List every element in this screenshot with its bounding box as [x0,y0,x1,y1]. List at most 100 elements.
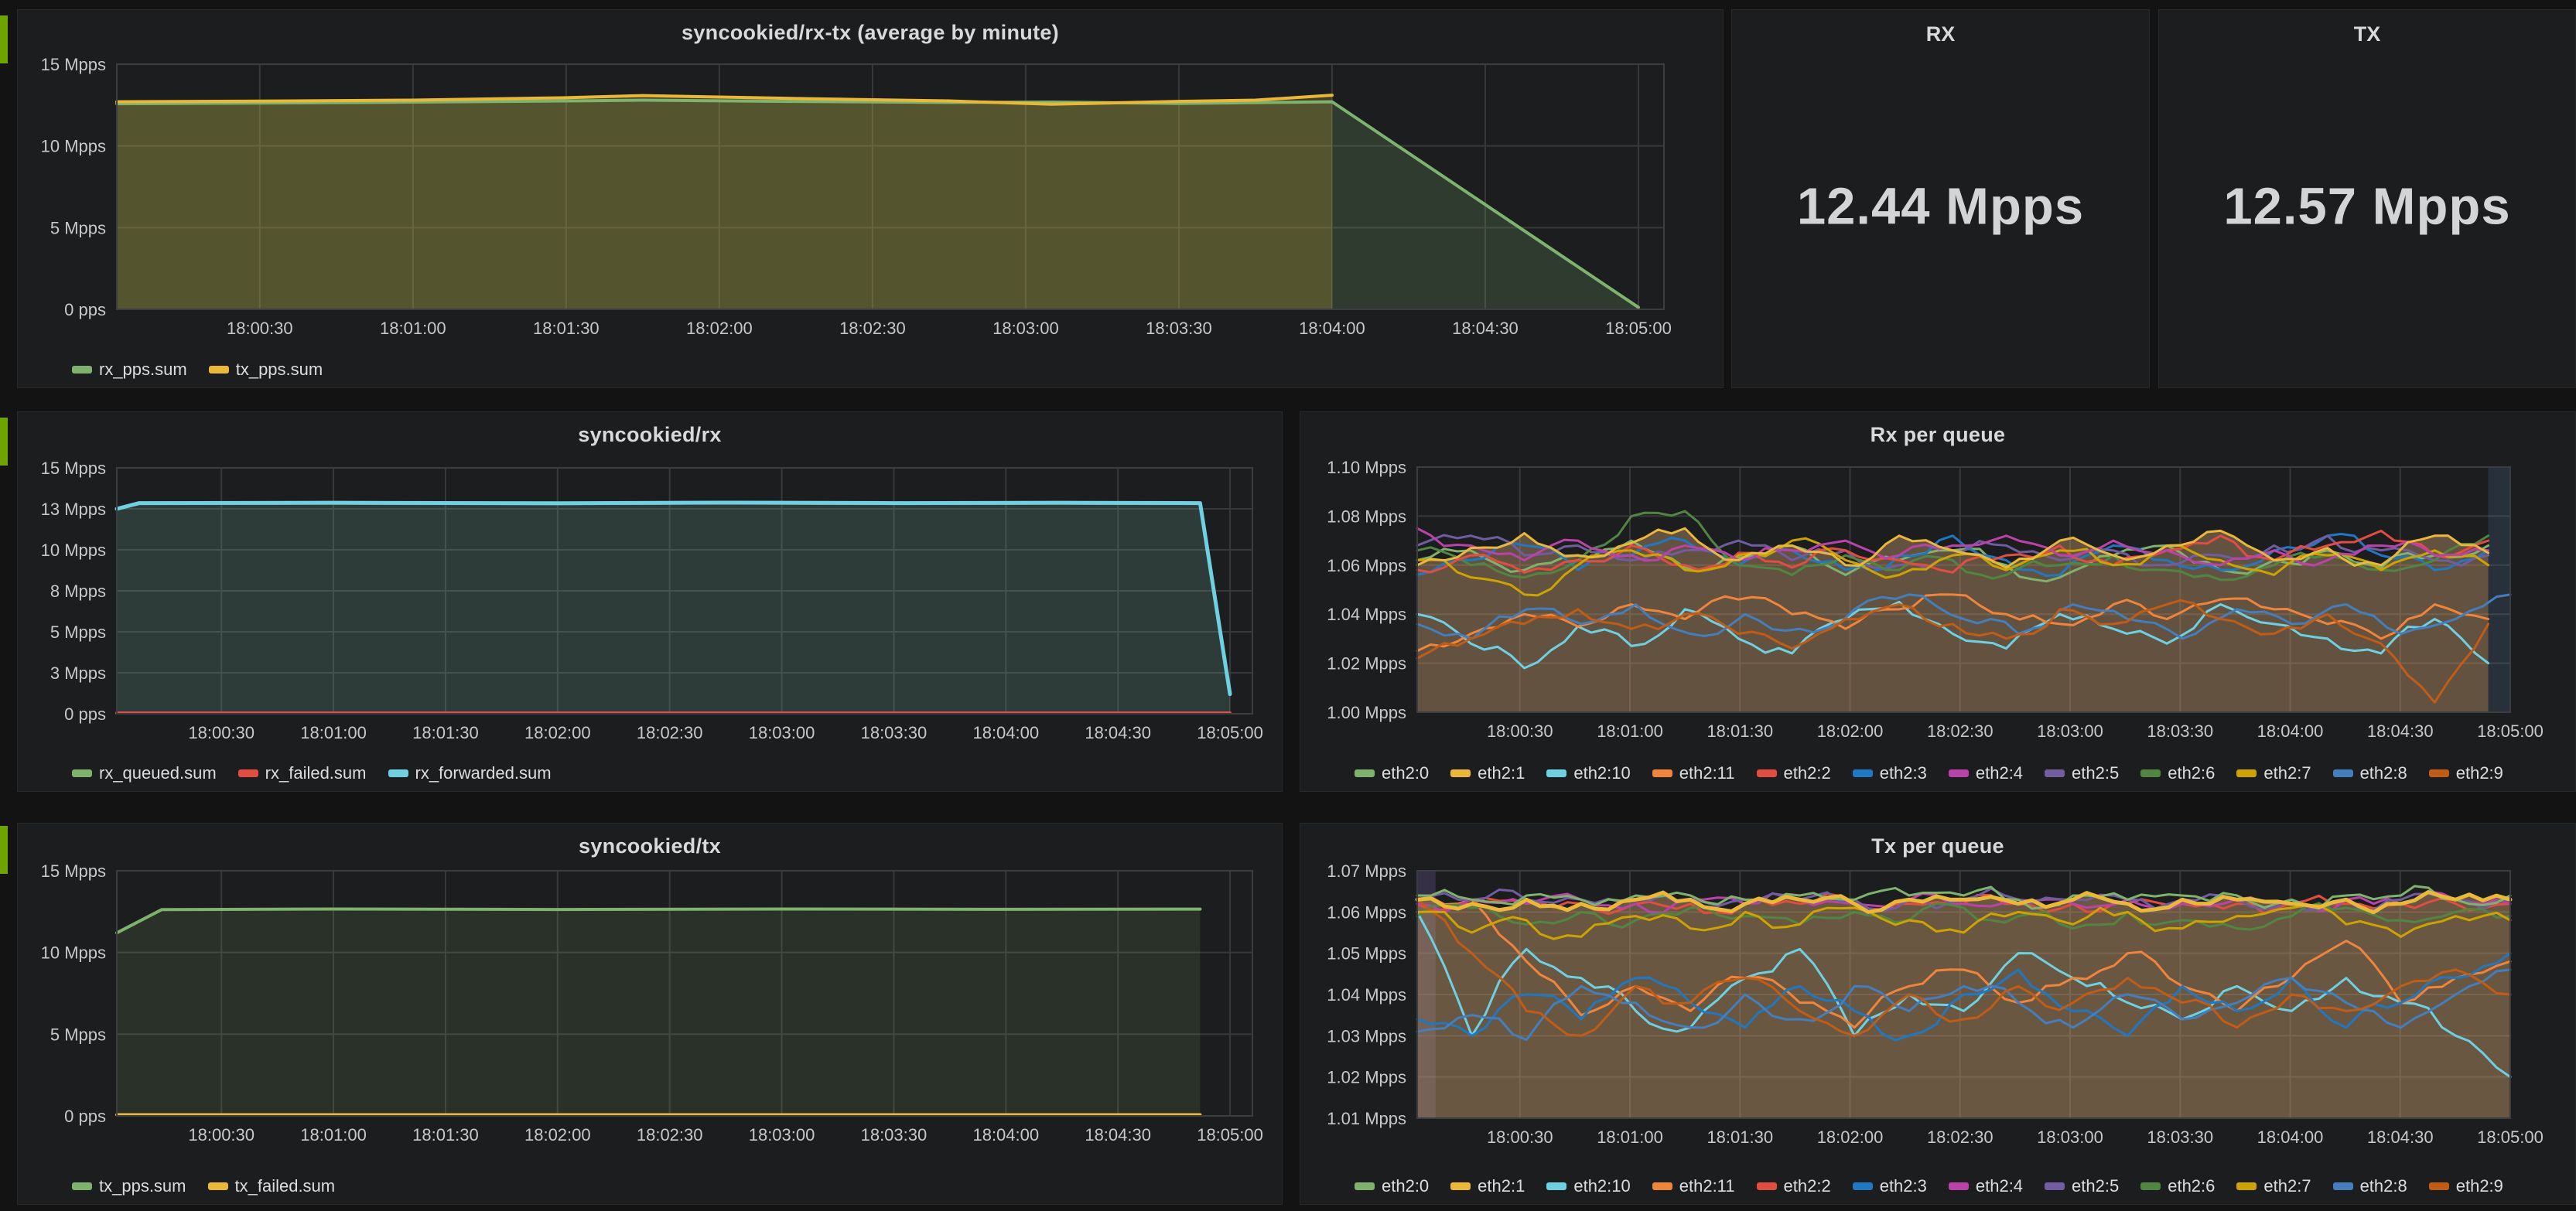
svg-text:18:02:30: 18:02:30 [637,723,703,742]
stat-rx-title[interactable]: RX [1732,22,2149,46]
chart-canvas-rx_tx[interactable]: 0 pps5 Mpps10 Mpps15 Mpps18:00:3018:01:0… [18,10,1723,387]
legend-label: tx_failed.sum [235,1176,336,1196]
svg-text:18:01:00: 18:01:00 [1597,721,1663,741]
panel-tx-graph: syncookied/tx 0 pps5 Mpps10 Mpps15 Mpps1… [17,823,1283,1205]
legend-item-eth2:5[interactable]: eth2:5 [2045,1176,2119,1196]
legend-item-eth2:1[interactable]: eth2:1 [1450,763,1525,783]
legend-item-eth2:0[interactable]: eth2:0 [1355,763,1429,783]
svg-text:18:03:00: 18:03:00 [2037,721,2103,741]
stat-tx-title[interactable]: TX [2159,22,2575,46]
svg-text:1.06 Mpps: 1.06 Mpps [1327,902,1406,922]
svg-text:18:01:00: 18:01:00 [1597,1127,1663,1147]
legend-item-tx_pps.sum[interactable]: tx_pps.sum [72,1176,186,1196]
legend-label: eth2:2 [1784,763,1831,783]
svg-text:18:03:30: 18:03:30 [861,1125,928,1144]
svg-text:18:03:00: 18:03:00 [749,723,815,742]
svg-text:10 Mpps: 10 Mpps [41,541,106,560]
svg-text:18:02:30: 18:02:30 [839,319,906,338]
legend-item-rx_pps.sum[interactable]: rx_pps.sum [72,360,187,380]
svg-text:18:00:30: 18:00:30 [1487,721,1553,741]
svg-text:18:04:30: 18:04:30 [1085,723,1151,742]
svg-text:0 pps: 0 pps [64,704,106,724]
chart-canvas-rx_queue[interactable]: 1.00 Mpps1.02 Mpps1.04 Mpps1.06 Mpps1.08… [1300,412,2575,791]
legend-item-rx_queued.sum[interactable]: rx_queued.sum [72,763,217,783]
legend-item-eth2:4[interactable]: eth2:4 [1949,1176,2023,1196]
legend-item-eth2:11[interactable]: eth2:11 [1652,1176,1735,1196]
legend-label: eth2:0 [1382,763,1429,783]
legend-label: rx_queued.sum [99,763,217,783]
svg-text:13 Mpps: 13 Mpps [41,500,106,519]
legend-item-eth2:10[interactable]: eth2:10 [1546,763,1630,783]
svg-text:18:01:30: 18:01:30 [533,319,600,338]
legend-swatch-icon [1355,769,1375,777]
legend-item-eth2:2[interactable]: eth2:2 [1757,1176,1831,1196]
panel-tx-per-queue-graph: Tx per queue 1.01 Mpps1.02 Mpps1.03 Mpps… [1300,823,2576,1205]
legend-item-rx_failed.sum[interactable]: rx_failed.sum [238,763,367,783]
svg-text:18:02:00: 18:02:00 [1817,1127,1884,1147]
chart-canvas-tx[interactable]: 0 pps5 Mpps10 Mpps15 Mpps18:00:3018:01:0… [18,824,1282,1204]
legend-item-eth2:9[interactable]: eth2:9 [2429,1176,2503,1196]
legend-label: eth2:3 [1880,763,1927,783]
svg-text:18:05:00: 18:05:00 [1197,1125,1263,1144]
legend-item-eth2:0[interactable]: eth2:0 [1355,1176,1429,1196]
legend-swatch-icon [1355,1182,1375,1190]
svg-text:18:02:00: 18:02:00 [1817,721,1884,741]
svg-text:18:02:30: 18:02:30 [1927,1127,1993,1147]
legend-swatch-icon [1652,1182,1672,1190]
panel-rx-tx-graph: syncookied/rx-tx (average by minute) 0 p… [17,9,1724,388]
svg-text:18:01:00: 18:01:00 [300,723,367,742]
legend-item-eth2:11[interactable]: eth2:11 [1652,763,1735,783]
svg-text:15 Mpps: 15 Mpps [41,459,106,478]
legend-item-eth2:10[interactable]: eth2:10 [1546,1176,1630,1196]
svg-text:18:05:00: 18:05:00 [1197,723,1263,742]
stat-tx-value: 12.57 Mpps [2159,176,2575,236]
svg-text:1.02 Mpps: 1.02 Mpps [1327,1068,1406,1087]
legend-item-eth2:3[interactable]: eth2:3 [1853,1176,1927,1196]
legend-swatch-icon [2140,1182,2161,1190]
legend-item-rx_forwarded.sum[interactable]: rx_forwarded.sum [388,763,552,783]
svg-text:1.05 Mpps: 1.05 Mpps [1327,944,1406,964]
svg-text:18:02:00: 18:02:00 [524,1125,591,1144]
svg-text:1.02 Mpps: 1.02 Mpps [1327,654,1406,674]
legend-item-eth2:5[interactable]: eth2:5 [2045,763,2119,783]
legend-item-eth2:9[interactable]: eth2:9 [2429,763,2503,783]
legend-rx_tx: rx_pps.sum tx_pps.sum [72,360,323,380]
svg-text:18:01:30: 18:01:30 [412,1125,479,1144]
legend-item-eth2:2[interactable]: eth2:2 [1757,763,1831,783]
svg-text:18:04:00: 18:04:00 [972,1125,1039,1144]
chart-canvas-tx_queue[interactable]: 1.01 Mpps1.02 Mpps1.03 Mpps1.04 Mpps1.05… [1300,824,2575,1204]
legend-swatch-icon [1546,769,1566,777]
panel-alert-indicator [0,418,8,466]
legend-label: rx_failed.sum [265,763,367,783]
legend-label: eth2:0 [1382,1176,1429,1196]
chart-canvas-rx[interactable]: 0 pps3 Mpps5 Mpps8 Mpps10 Mpps13 Mpps15 … [18,412,1282,791]
legend-item-tx_failed.sum[interactable]: tx_failed.sum [208,1176,336,1196]
legend-item-tx_pps.sum[interactable]: tx_pps.sum [209,360,323,380]
legend-item-eth2:8[interactable]: eth2:8 [2333,1176,2407,1196]
legend-label: tx_pps.sum [236,360,323,380]
legend-swatch-icon [209,366,229,374]
legend-item-eth2:6[interactable]: eth2:6 [2140,1176,2215,1196]
legend-item-eth2:4[interactable]: eth2:4 [1949,763,2023,783]
legend-label: eth2:6 [2168,1176,2215,1196]
legend-item-eth2:6[interactable]: eth2:6 [2140,763,2215,783]
legend-label: eth2:4 [1976,1176,2023,1196]
svg-text:18:03:30: 18:03:30 [1146,319,1212,338]
legend-swatch-icon [72,1182,92,1190]
svg-text:18:03:30: 18:03:30 [861,723,928,742]
svg-text:18:00:30: 18:00:30 [188,1125,255,1144]
legend-item-eth2:1[interactable]: eth2:1 [1450,1176,1525,1196]
svg-text:10 Mpps: 10 Mpps [41,943,106,963]
svg-text:18:04:00: 18:04:00 [972,723,1039,742]
legend-item-eth2:7[interactable]: eth2:7 [2236,763,2311,783]
svg-text:18:01:00: 18:01:00 [380,319,446,338]
legend-swatch-icon [2045,1182,2065,1190]
svg-text:1.10 Mpps: 1.10 Mpps [1327,458,1406,477]
legend-item-eth2:3[interactable]: eth2:3 [1853,763,1927,783]
svg-text:18:03:30: 18:03:30 [2147,721,2213,741]
legend-label: eth2:11 [1679,763,1735,783]
legend-swatch-icon [208,1182,228,1190]
legend-item-eth2:7[interactable]: eth2:7 [2236,1176,2311,1196]
legend-item-eth2:8[interactable]: eth2:8 [2333,763,2407,783]
svg-text:18:01:30: 18:01:30 [1707,721,1773,741]
